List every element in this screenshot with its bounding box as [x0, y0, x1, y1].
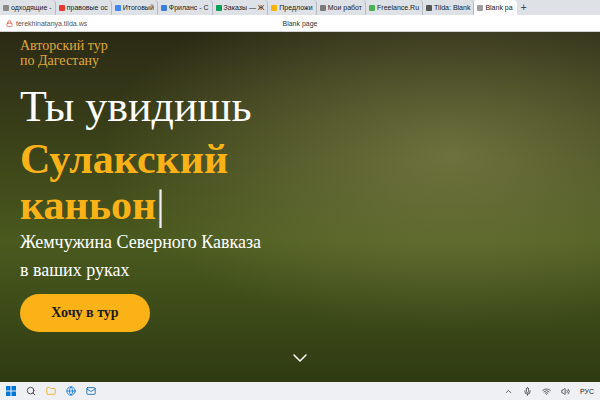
eyebrow: Авторский турпо Дагестану — [20, 38, 108, 68]
favicon-icon — [59, 5, 65, 11]
hero: Авторский турпо Дагестану Ты увидишь Сулак… — [0, 32, 600, 382]
url-field[interactable]: terekhinatanya.tilda.ws — [6, 20, 282, 27]
new-tab-button[interactable]: + — [517, 0, 531, 15]
tab-bar: одходящие -правовые осИтоговыйФриланс - … — [0, 0, 600, 15]
favicon-icon — [3, 5, 9, 11]
hero-subtitle: Жемчужина Северного Кавказав ваших руках — [20, 228, 261, 284]
favicon-icon — [369, 5, 375, 11]
address-bar: terekhinatanya.tilda.wsBlank page — [0, 15, 600, 32]
mail-icon[interactable] — [86, 386, 96, 396]
typing-cursor: | — [156, 182, 164, 228]
browser-tab[interactable]: Tilda: Blank — [423, 0, 474, 15]
browser-tab[interactable]: одходящие - — [0, 0, 56, 15]
network-icon[interactable] — [542, 387, 551, 396]
browser-tab[interactable]: Blank pa — [474, 0, 516, 15]
tray-expand-icon[interactable] — [504, 387, 513, 396]
favicon-icon — [271, 5, 277, 11]
page-title: Blank page — [282, 20, 317, 27]
windows-logo-icon[interactable] — [6, 386, 16, 396]
browser-tab[interactable]: правовые ос — [56, 0, 112, 15]
favicon-icon — [115, 5, 121, 11]
scroll-down-icon[interactable] — [288, 346, 312, 370]
folder-icon[interactable] — [46, 386, 56, 396]
language-indicator[interactable]: РУС — [580, 388, 594, 395]
taskbar: РУС — [0, 382, 600, 400]
screen: одходящие -правовые осИтоговыйФриланс - … — [0, 0, 600, 400]
favicon-icon — [426, 5, 432, 11]
browser-tab[interactable]: Freelance.Ru — [366, 0, 423, 15]
browser-tab[interactable]: Заказы — Ж — [213, 0, 269, 15]
lock-icon — [6, 20, 13, 27]
browser-tab[interactable]: Предложи — [268, 0, 316, 15]
browser-tab[interactable]: Итоговый — [112, 0, 158, 15]
hero-title: Ты увидишь — [20, 84, 251, 130]
microphone-icon[interactable] — [523, 387, 532, 396]
browser-tab[interactable]: Фриланс - С — [158, 0, 213, 15]
tour-button[interactable]: Хочу в тур — [20, 294, 150, 332]
favicon-icon — [216, 5, 222, 11]
hero-highlight: Сулакскийканьон| — [20, 136, 228, 228]
volume-icon[interactable] — [561, 387, 570, 396]
browser-icon[interactable] — [66, 386, 76, 396]
search-icon[interactable] — [26, 386, 36, 396]
browser-tab[interactable]: Мои работ — [317, 0, 366, 15]
favicon-icon — [477, 5, 483, 11]
favicon-icon — [161, 5, 167, 11]
favicon-icon — [320, 5, 326, 11]
